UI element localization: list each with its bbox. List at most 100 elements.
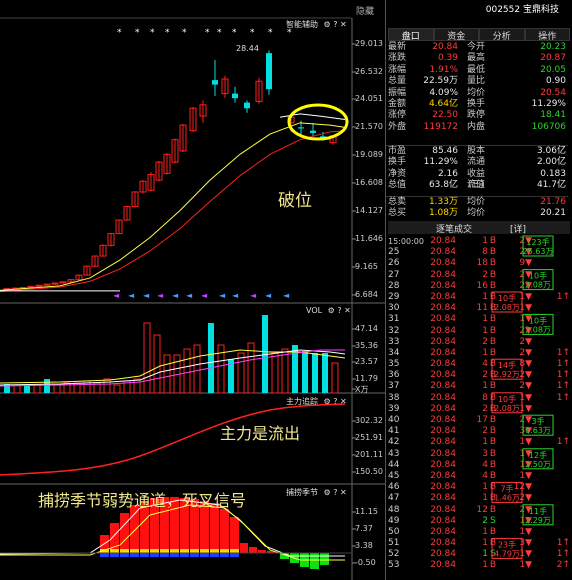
annotation-force: 主力是流出 (220, 424, 301, 443)
deal-row: 39 20.84 2 B 1▼ (388, 404, 570, 415)
deal-volume: 3 (482, 448, 488, 459)
deal-volume: 16 (476, 280, 488, 291)
deal-volume: 4 (482, 470, 488, 481)
season-bar-blue (120, 553, 129, 557)
candle-down (310, 130, 316, 133)
season-bar-red (120, 513, 129, 553)
deal-row: 43 20.84 3 B 1▼ (388, 449, 570, 460)
deal-price: 20.84 (430, 370, 456, 381)
deals-detail-link[interactable]: [详] (510, 222, 526, 235)
marker-star: * (135, 28, 140, 38)
deal-time: 34 (388, 347, 400, 358)
tab-fenxi[interactable]: 分析 (479, 28, 525, 42)
season-bar-red (220, 509, 229, 553)
quote-value: 18.41 (540, 110, 566, 121)
deal-time: 50 (388, 526, 400, 537)
deal-volume: 11 (476, 303, 488, 314)
deal-price: 20.84 (430, 426, 456, 437)
bottom-marker: ◄ (265, 291, 272, 300)
deal-volume: 2 (482, 269, 488, 280)
deal-side: B (489, 347, 497, 358)
deal-price: 20.84 (430, 359, 456, 370)
season-icons[interactable]: ⚙ ? ✕ (324, 488, 347, 497)
tab-caozuo[interactable]: 操作 (524, 28, 570, 42)
season-bar-blue (220, 553, 229, 557)
deal-trend (532, 303, 570, 314)
deal-row: 46 20.84 1 B 12▼ (388, 482, 570, 493)
price-tick-label-8: 9.165 (355, 262, 378, 271)
quote-row: 外盘 119172 内盘 106706 (386, 122, 568, 133)
deal-price: 20.84 (430, 347, 456, 358)
deal-count: 8▼ (519, 359, 532, 370)
deal-trend: 1↑ (556, 370, 570, 381)
quote-value: 22.50 (432, 110, 458, 121)
vol-bar-up (33, 384, 41, 394)
deal-side: B (489, 336, 497, 347)
season-bar-yellow (230, 549, 239, 553)
quote-label: 均价 (466, 197, 485, 207)
deal-row: 32 20.84 1 B 2▼ (388, 326, 570, 337)
deal-row: 26 20.84 18 B 9▼ (388, 258, 570, 269)
deal-volume: 1 (482, 482, 488, 493)
quote-value: 20.84 (432, 42, 458, 52)
quote-label: 涨幅 (387, 64, 406, 75)
stock-name: 宝鼎科技 (522, 5, 559, 15)
deal-volume: 1 (482, 549, 488, 560)
vol-bar-down (24, 385, 30, 393)
deal-trend (532, 270, 570, 281)
marker-star: * (182, 28, 187, 38)
deal-trend (532, 527, 570, 538)
quote-value: 2.16 (437, 168, 458, 179)
quote-value: 63.8亿 (428, 180, 458, 191)
deal-row: 47 20.84 1 B 2▼ (388, 493, 570, 504)
deal-count: 2▼ (519, 347, 532, 358)
quote-label: 净资 (387, 168, 406, 179)
quote-value: 119172 (423, 121, 458, 132)
deal-volume: 1 (482, 291, 488, 302)
tab-pankou[interactable]: 盘口 (388, 28, 434, 42)
settings-close-icons[interactable]: ⚙ ? ✕ (324, 20, 347, 29)
tab-zijin[interactable]: 资金 (433, 28, 479, 42)
deal-trend (532, 482, 570, 493)
deal-volume: 1 (482, 347, 488, 358)
quote-label: 总量 (387, 76, 406, 87)
quote-value: 85.46 (432, 146, 458, 156)
deal-trend (532, 426, 570, 437)
deal-count: 2▼ (519, 247, 532, 258)
deal-count: 2▼ (519, 504, 532, 515)
deal-time: 40 (388, 415, 400, 425)
vol-bar-down (312, 353, 318, 393)
season-bar-yellow (220, 549, 229, 553)
vol-icons[interactable]: ⚙ ? ✕ (328, 306, 351, 315)
deal-row: 34 20.84 1 B 2▼ 1↑ (388, 348, 570, 359)
deal-time: 39 (388, 403, 400, 414)
quote-value: 2.00亿 (536, 157, 566, 168)
deal-price: 20.84 (430, 403, 456, 414)
deal-count: 1▼ (519, 291, 532, 302)
season-bar-yellow (140, 549, 149, 553)
deal-row: 28 20.84 16 B 2▼ (388, 281, 570, 292)
chart-panel[interactable]: 隐藏 * * * * * * * * * * * ◄ ◄ ◄ ◄ ◄ ◄ ◄ ◄ ◄ ◄ ◄ ◄ 智能辅助 ⚙ ? ✕ 28… (0, 0, 385, 580)
highlight-circle (287, 103, 349, 141)
deal-row: 51 20.84 1 B 3▼ 1↑ (388, 538, 570, 549)
season-bar-blue (210, 553, 219, 557)
quote-label: 总值 (387, 180, 406, 191)
deal-volume: 4 (482, 459, 488, 470)
vol-bar-up (193, 344, 201, 394)
deal-side: B (489, 392, 497, 403)
quote-row: 总卖 1.33万 均价 21.76 (386, 197, 568, 208)
force-icons[interactable]: ⚙ ? ✕ (324, 397, 347, 406)
deal-price: 20.84 (430, 470, 456, 481)
vol-bar-up (143, 322, 151, 394)
quote-label: 量比 (466, 76, 485, 87)
quote-value: 20.05 (540, 64, 566, 75)
quote-row: 净资 2.16 收益(三) 0.183 (386, 168, 568, 190)
price-tick-label-0: 29.013 (355, 39, 383, 48)
deal-trend (532, 449, 570, 460)
quote-label: 涨停 (387, 110, 406, 121)
quote-value: 20.87 (540, 53, 566, 64)
season-bar-red (240, 543, 248, 553)
deal-trend (532, 326, 570, 337)
marker-star: * (232, 28, 237, 38)
vol-bar-up (237, 352, 245, 394)
